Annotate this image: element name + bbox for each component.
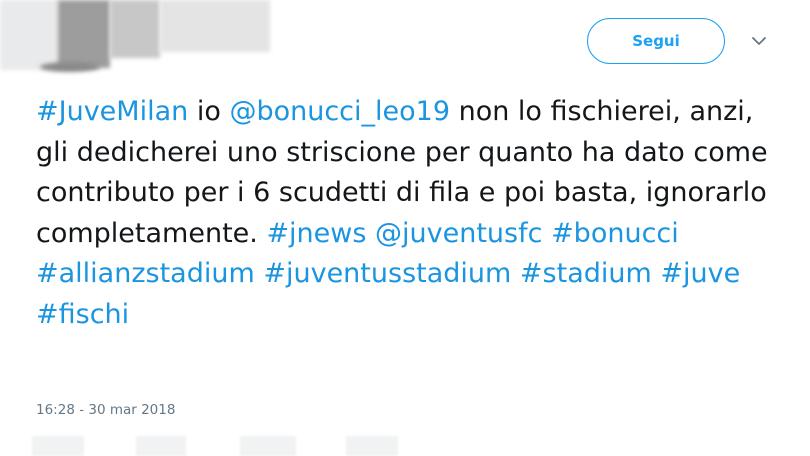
chevron-down-icon-svg [752,36,766,45]
like-action[interactable] [240,436,296,456]
message-action[interactable] [346,436,398,456]
follow-button-label: Segui [632,32,680,50]
chevron-down-icon[interactable] [748,30,770,52]
blurred-handle [160,0,270,52]
retweet-action[interactable] [136,436,186,456]
mention-link[interactable]: @juventusfc [375,218,542,249]
follow-button[interactable]: Segui [587,18,725,64]
tweet-actions [0,436,810,456]
tweet-text-segment [542,218,551,249]
hashtag-link[interactable]: #JuveMilan [36,96,188,127]
hashtag-link[interactable]: #jnews [266,218,366,249]
hashtag-link[interactable]: #bonucci [551,218,679,249]
hashtag-link[interactable]: #fischi [36,299,129,330]
blurred-avatar-shadow [40,62,100,72]
tweet-timestamp[interactable]: 16:28 - 30 mar 2018 [36,402,175,418]
tweet-text-segment [511,258,520,289]
hashtag-link[interactable]: #juventusstadium [263,258,511,289]
blurred-avatar[interactable] [0,0,60,70]
blurred-username[interactable] [110,0,160,58]
hashtag-link[interactable]: #allianzstadium [36,258,255,289]
hashtag-link[interactable]: #stadium [520,258,652,289]
tweet-text-segment: io [188,96,230,127]
reply-action[interactable] [32,436,84,456]
blurred-avatar-part [58,0,110,68]
tweet-text-segment [366,218,375,249]
hashtag-link[interactable]: #juve [660,258,740,289]
mention-link[interactable]: @bonucci_leo19 [229,96,450,127]
tweet-header: Segui [0,0,810,80]
tweet-text: #JuveMilan io @bonucci_leo19 non lo fisc… [36,92,776,335]
